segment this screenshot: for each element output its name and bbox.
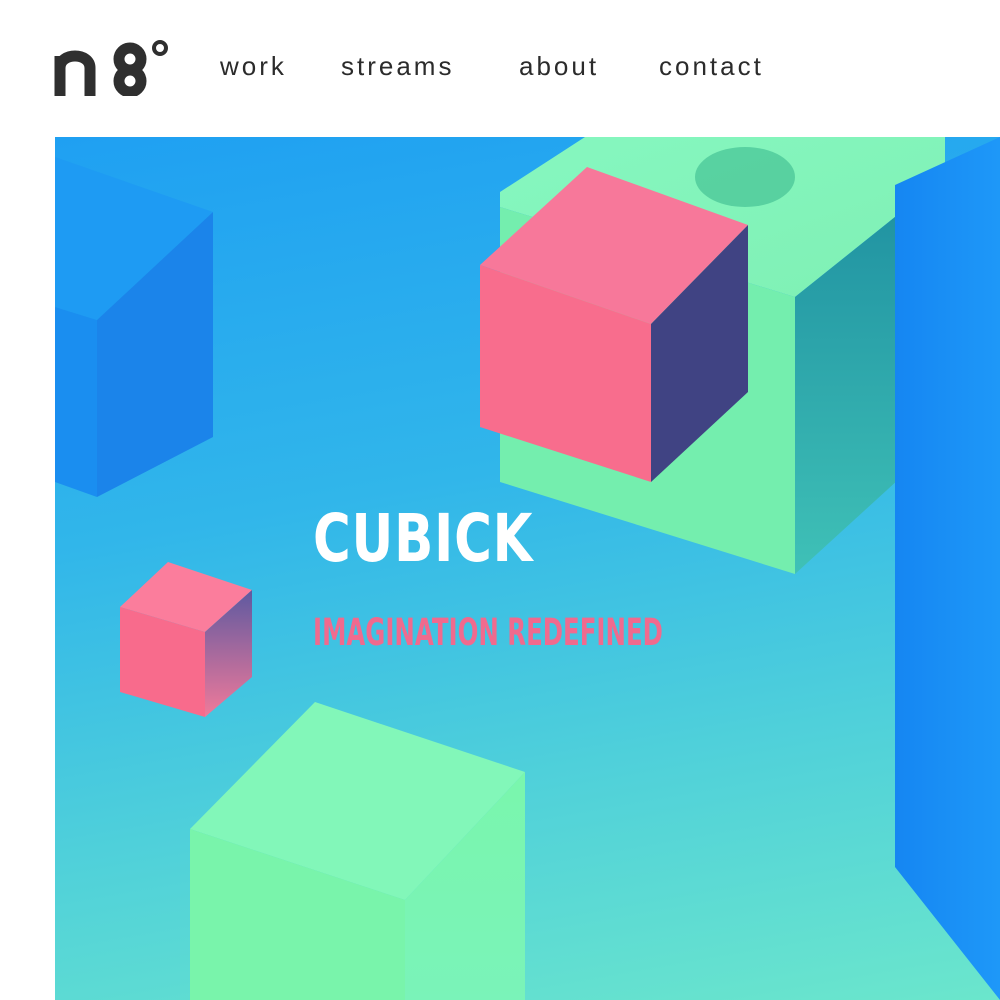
hero-title: CUBICK (313, 500, 534, 577)
green-cube-bottom (190, 702, 525, 1000)
nav-link-contact[interactable]: contact (659, 48, 764, 84)
nav-link-work[interactable]: work (220, 48, 287, 84)
blue-cube-left (55, 157, 213, 497)
hero-subtitle: IMAGINATION REDEFINED (313, 611, 663, 654)
nav-link-about[interactable]: about (519, 48, 599, 84)
brand-logo[interactable] (52, 34, 170, 96)
blue-pillar-right (895, 137, 1000, 1000)
pink-cube-small (120, 562, 252, 717)
hero-banner: CUBICK IMAGINATION REDEFINED (55, 137, 1000, 1000)
nav-link-streams[interactable]: streams (341, 48, 454, 84)
